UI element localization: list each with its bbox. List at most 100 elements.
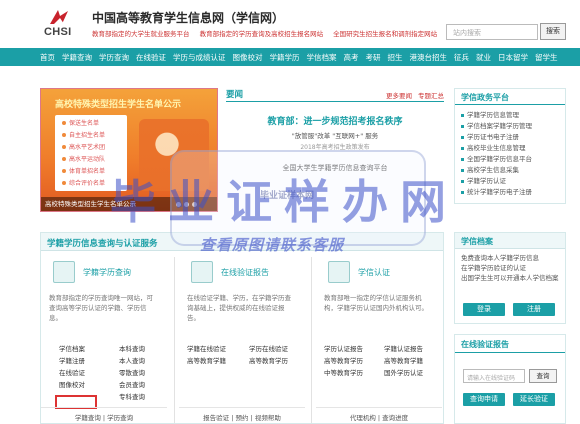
- archive-line: 在学籍学历验证的认证: [461, 264, 526, 272]
- link[interactable]: 高等教育学籍: [384, 355, 423, 365]
- main-nav: 首页 学籍查询 学历查询 在线验证 学历与成绩认证 图像校对 学籍学历 学信档案…: [0, 48, 580, 66]
- verify-code-input[interactable]: 请输入在线验证码: [463, 369, 525, 383]
- watermark-subtext: 查看原图请联系客服: [200, 236, 345, 254]
- document-search-icon: [53, 261, 75, 283]
- col-footer: 学籍查询 | 学历查询: [41, 407, 167, 423]
- gov-link[interactable]: 全国学籍学历信息平台: [461, 154, 559, 165]
- col-header: 在线验证报告: [179, 257, 305, 287]
- link[interactable]: 高等教育学历: [249, 355, 288, 365]
- col-title[interactable]: 在线验证报告: [221, 267, 269, 278]
- nav-item-gat[interactable]: 港澳台招生: [410, 52, 448, 63]
- chsi-logo-text: CHSI: [44, 26, 72, 38]
- site-search-input[interactable]: 站内搜索: [446, 24, 538, 40]
- site-search-button[interactable]: 搜索: [540, 23, 566, 40]
- news-subline: "放管服"改革 "互联网+" 服务: [291, 132, 379, 140]
- nav-item-zhengbing[interactable]: 征兵: [454, 52, 469, 63]
- footer-link[interactable]: 代理机构: [350, 414, 376, 422]
- col-title[interactable]: 学信认证: [358, 267, 390, 278]
- footer-link[interactable]: 学籍查询: [75, 414, 101, 422]
- nav-item-cert[interactable]: 学历与成绩认证: [173, 52, 226, 63]
- link[interactable]: 国外学历认证: [384, 367, 423, 377]
- archive-title: 学信档案: [455, 233, 565, 249]
- col-desc: 教育部指定的学历查询唯一网站，可查询高等学历认证的学籍、学历信息。: [49, 294, 153, 322]
- nav-item-home[interactable]: 首页: [40, 52, 55, 63]
- footer-link[interactable]: 查询进度: [382, 414, 408, 422]
- verify-query-button[interactable]: 查询: [529, 369, 557, 383]
- news-topics-link[interactable]: 专题汇总: [418, 92, 444, 100]
- footer-link[interactable]: 学历查询: [107, 414, 133, 422]
- banner-card-row: 保送生名单: [61, 119, 119, 128]
- online-verify-buttons: 查询申请 延长验证: [463, 393, 555, 406]
- online-verify-panel: 在线验证报告 请输入在线验证码 查询 查询申请 延长验证: [454, 334, 566, 424]
- link[interactable]: 高等教育学历: [324, 355, 363, 365]
- link[interactable]: 学籍在线验证: [187, 343, 226, 353]
- gov-link[interactable]: 学籍学历认证: [461, 176, 559, 187]
- link-member-query[interactable]: 会员查询: [119, 379, 145, 389]
- login-button[interactable]: 登录: [463, 303, 505, 316]
- nav-item-jiuye[interactable]: 就业: [476, 52, 491, 63]
- gov-link[interactable]: 高校毕业生信息管理: [461, 143, 559, 154]
- news-headline[interactable]: 教育部：进一步规范招考报名秩序: [226, 114, 444, 127]
- gov-link[interactable]: 高校学生信息采集: [461, 165, 559, 176]
- gov-link[interactable]: 学信档案学籍学历管理: [461, 121, 559, 132]
- footer-link[interactable]: 预约: [236, 414, 249, 422]
- nav-item-image[interactable]: 图像校对: [233, 52, 263, 63]
- col-links: 学历认证报告 学籍认证报告 高等教育学历 高等教育学籍 中等教育学历 国外学历认…: [316, 343, 442, 405]
- nav-item-zhaosheng[interactable]: 招生: [388, 52, 403, 63]
- nav-item-xueji[interactable]: 学籍查询: [62, 52, 92, 63]
- nav-item-xueli[interactable]: 学历查询: [99, 52, 129, 63]
- site-title: 中国高等教育学生信息网（学信网）: [92, 11, 285, 25]
- register-button[interactable]: 注册: [513, 303, 555, 316]
- online-verify-title: 在线验证报告: [455, 335, 565, 353]
- link-undergrad[interactable]: 本科查询: [119, 343, 145, 353]
- nav-item-xjxl[interactable]: 学籍学历: [270, 52, 300, 63]
- link[interactable]: 学籍认证报告: [384, 343, 423, 353]
- news-more-link[interactable]: 更多要闻: [386, 92, 412, 100]
- watermark-text: 毕业证样办网: [110, 175, 458, 229]
- link-online-verify[interactable]: 在线验证: [59, 367, 85, 377]
- service-col-verify: 在线验证报告 在线验证学籍、学历，在学籍学历查询基础上，提供权威的在线验证报告。…: [179, 257, 305, 423]
- gov-link[interactable]: 统计学籍学历电子注册: [461, 187, 559, 198]
- certificate-icon: [328, 261, 350, 283]
- archive-panel: 学信档案 免费查询本人学籍学历信息 在学籍学历验证的认证 出国学生生可以开通本人…: [454, 232, 566, 324]
- archive-line: 出国学生生可以开通本人学信档案: [461, 274, 559, 282]
- apply-button[interactable]: 查询申请: [463, 393, 505, 406]
- nav-item-kaoyan[interactable]: 考研: [366, 52, 381, 63]
- service-section: 学籍学历信息查询与认证服务 学籍学历查询 教育部指定的学历查询唯一网站，可查询高…: [40, 232, 444, 424]
- col-title[interactable]: 学籍学历查询: [83, 267, 131, 278]
- link-archive[interactable]: 学信档案: [59, 343, 85, 353]
- news-header: 要闻 更多要闻 专题汇总: [226, 88, 444, 102]
- link-college-query[interactable]: 专科查询: [119, 391, 145, 401]
- nav-item-verify[interactable]: 在线验证: [136, 52, 166, 63]
- col-links: 学籍在线验证 学历在线验证 高等教育学籍 高等教育学历: [179, 343, 305, 405]
- report-icon: [191, 261, 213, 283]
- service-col-cert: 学信认证 教育部唯一指定的学信认证服务机构，学籍学历认证国内外机构认可。 学历认…: [316, 257, 442, 423]
- col-footer: 报告验证 | 预约 | 视频帮助: [179, 407, 305, 423]
- banner-card-row: 自主招生名单: [61, 131, 119, 140]
- service-col-query: 学籍学历查询 教育部指定的学历查询唯一网站，可查询高等学历认证的学籍、学历信息。…: [41, 257, 167, 423]
- link-image-check[interactable]: 图像校对: [59, 379, 85, 389]
- link[interactable]: 中等教育学历: [324, 367, 363, 377]
- col-header: 学籍学历查询: [41, 257, 167, 287]
- nav-item-gaokao[interactable]: 高考: [344, 52, 359, 63]
- link[interactable]: 学历认证报告: [324, 343, 363, 353]
- link-self-query[interactable]: 本人查询: [119, 355, 145, 365]
- footer-link[interactable]: 报告验证: [203, 414, 229, 422]
- link[interactable]: 高等教育学籍: [187, 355, 226, 365]
- header-slogans: 教育部指定的大学生就业服务平台 教育部指定的学历查询及高校招生报名网站 全国研究…: [92, 28, 445, 38]
- extend-button[interactable]: 延长验证: [513, 393, 555, 406]
- link-misc-query[interactable]: 零散查询: [119, 367, 145, 377]
- footer-link[interactable]: 视频帮助: [255, 414, 281, 422]
- gov-link[interactable]: 学历证书电子注册: [461, 132, 559, 143]
- col-footer: 代理机构 | 查询进度: [316, 407, 442, 423]
- nav-item-intl[interactable]: 留学生: [535, 52, 558, 63]
- nav-item-archive[interactable]: 学信档案: [307, 52, 337, 63]
- gov-link[interactable]: 学籍学历信息管理: [461, 110, 559, 121]
- col-header: 学信认证: [316, 257, 442, 287]
- link[interactable]: 学历在线验证: [249, 343, 288, 353]
- chsi-logo[interactable]: CHSI: [44, 8, 88, 38]
- link-register[interactable]: 学籍注册: [59, 355, 85, 365]
- divider: [174, 257, 175, 423]
- banner-title: 高校特殊类型招生学生名单公示: [55, 100, 182, 110]
- nav-item-japan[interactable]: 日本留学: [498, 52, 528, 63]
